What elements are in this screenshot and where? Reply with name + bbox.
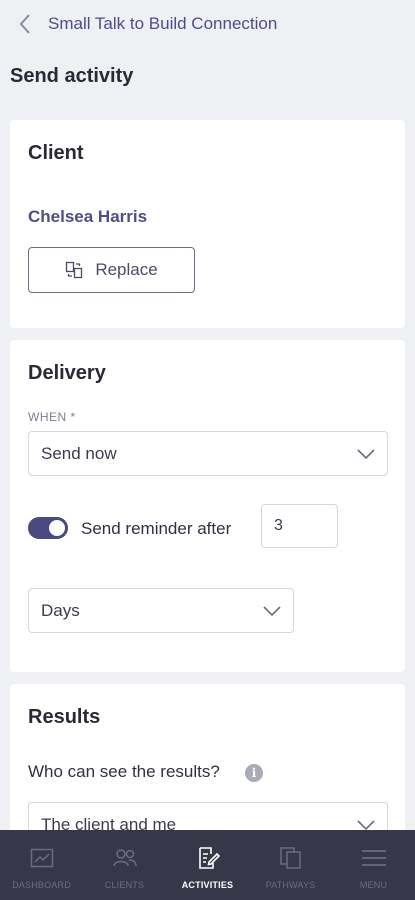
nav-activities[interactable]: ACTIVITIES: [166, 830, 249, 900]
toggle-knob: [49, 520, 65, 536]
back-button[interactable]: [8, 7, 42, 41]
bottom-nav: DASHBOARD CLIENTS ACTIVITIES PATHWAYS ME…: [0, 830, 415, 900]
page-title: Send activity: [10, 65, 134, 87]
reminder-label: Send reminder after: [81, 519, 232, 538]
copy-icon: [279, 847, 301, 869]
nav-pathways[interactable]: PATHWAYS: [249, 830, 332, 900]
client-card-title: Client: [28, 142, 84, 164]
nav-menu[interactable]: MENU: [332, 830, 415, 900]
nav-dashboard-label: DASHBOARD: [12, 880, 71, 890]
top-bar: Small Talk to Build Connection: [0, 0, 415, 48]
client-card: Client Chelsea Harris Replace: [10, 120, 405, 328]
reminder-count-input[interactable]: [261, 504, 338, 548]
document-edit-icon: [198, 847, 220, 869]
nav-dashboard[interactable]: DASHBOARD: [0, 830, 83, 900]
nav-pathways-label: PATHWAYS: [265, 880, 316, 890]
chevron-down-icon: [357, 448, 375, 459]
chevron-down-icon: [357, 819, 375, 830]
people-icon: [112, 849, 137, 867]
delivery-card: Delivery WHEN * Send now Send reminder a…: [10, 340, 405, 672]
replace-client-button[interactable]: Replace: [28, 247, 195, 293]
chevron-down-icon: [263, 605, 281, 616]
nav-clients[interactable]: CLIENTS: [83, 830, 166, 900]
delivery-card-title: Delivery: [28, 362, 106, 384]
when-label: WHEN *: [28, 410, 76, 424]
results-card-title: Results: [28, 706, 101, 728]
activity-title: Small Talk to Build Connection: [48, 14, 278, 33]
results-visibility-question: Who can see the results?: [28, 762, 220, 781]
client-name-link[interactable]: Chelsea Harris: [28, 207, 147, 227]
swap-icon: [66, 261, 83, 279]
replace-button-label: Replace: [95, 260, 158, 279]
reminder-unit-select[interactable]: Days: [28, 588, 294, 633]
nav-menu-label: MENU: [359, 880, 388, 890]
nav-activities-label: ACTIVITIES: [181, 880, 234, 890]
when-select-value: Send now: [41, 443, 117, 463]
info-icon[interactable]: i: [245, 764, 263, 782]
chevron-left-icon: [19, 14, 30, 34]
nav-clients-label: CLIENTS: [104, 880, 145, 890]
chart-icon: [30, 848, 53, 868]
reminder-unit-value: Days: [41, 600, 80, 620]
hamburger-icon: [361, 850, 386, 866]
reminder-toggle[interactable]: [28, 517, 68, 539]
when-select[interactable]: Send now: [28, 431, 388, 476]
